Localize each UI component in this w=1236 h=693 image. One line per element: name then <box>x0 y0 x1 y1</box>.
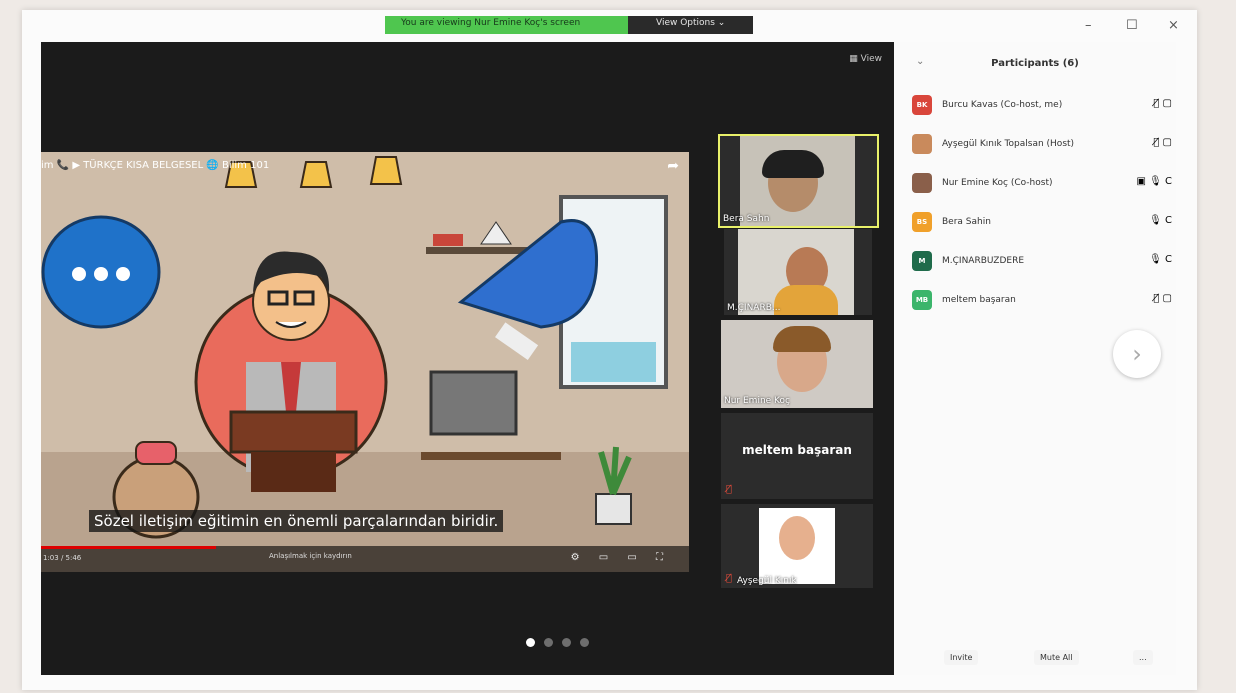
video-tile-meltem[interactable]: meltem başaran 🎙̸ <box>721 413 873 499</box>
participant-row[interactable]: BK Burcu Kavas (Co-host, me) 🎙̸ ▢ <box>912 94 1172 116</box>
tile-name: Bera Sahn <box>723 214 770 224</box>
participant-name: Burcu Kavas (Co-host, me) <box>942 100 1063 110</box>
muted-mic-icon: 🎙̸ <box>726 484 733 495</box>
screen-share-banner: You are viewing Nur Emine Koç's screen V… <box>385 16 753 34</box>
video-progress-bar[interactable] <box>41 546 216 549</box>
hair <box>762 150 824 178</box>
minimize-button[interactable]: – <box>1085 18 1092 33</box>
participant-row[interactable]: MB meltem başaran 🎙̸ ▢ <box>912 289 1172 311</box>
participant-avatar: MB <box>912 290 932 310</box>
participant-status-icons[interactable]: 🎙 C <box>1149 254 1172 265</box>
participant-row[interactable]: BS Bera Sahin 🎙 C <box>912 211 1172 233</box>
video-tile-nur[interactable]: Nur Emine Koç <box>721 320 873 408</box>
muted-mic-icon: 🎙̸ <box>726 573 733 584</box>
participant-name: meltem başaran <box>942 295 1016 305</box>
participant-name: Bera Sahin <box>942 217 991 227</box>
participant-status-icons[interactable]: 🎙̸ ▢ <box>1153 137 1172 148</box>
participant-row[interactable]: Nur Emine Koç (Co-host) ▣ 🎙 C <box>912 172 1172 194</box>
video-title: im 📞 ▶ TÜRKÇE KISA BELGESEL 🌐 Bilim 101 <box>41 160 270 171</box>
video-tile-aysegul[interactable]: Ayşegül Kınık 🎙̸ <box>721 504 873 588</box>
participant-avatar <box>912 173 932 193</box>
page-dot[interactable] <box>580 638 589 647</box>
video-tile-bera[interactable]: Bera Sahn <box>718 134 879 228</box>
participants-panel: ⌄ Participants (6) BK Burcu Kavas (Co-hos… <box>894 42 1176 675</box>
participant-row[interactable]: M M.ÇINARBUZDERE 🎙 C <box>912 250 1172 272</box>
participant-status-icons[interactable]: ▣ 🎙 C <box>1137 176 1172 187</box>
participant-status-icons[interactable]: 🎙 C <box>1149 215 1172 226</box>
tile-name-center: meltem başaran <box>742 443 852 457</box>
participant-row[interactable]: Ayşegül Kınık Topalsan (Host) 🎙̸ ▢ <box>912 133 1172 155</box>
page-indicator[interactable] <box>526 638 589 647</box>
participant-name: M.ÇINARBUZDERE <box>942 256 1025 266</box>
video-controls-icons[interactable]: ⚙ ▭ ▭ ⛶ <box>571 552 671 563</box>
shared-video[interactable]: im 📞 ▶ TÜRKÇE KISA BELGESEL 🌐 Bilim 101 … <box>41 152 689 572</box>
participant-avatar: BS <box>912 212 932 232</box>
shared-screen-stage: ▦ View im 📞 ▶ TÜRKÇE KISA BELGESEL 🌐 Bil… <box>41 42 894 675</box>
participant-status-icons[interactable]: 🎙̸ ▢ <box>1153 293 1172 304</box>
view-options-button[interactable]: View Options ⌄ <box>628 16 753 34</box>
participant-name: Nur Emine Koç (Co-host) <box>942 178 1053 188</box>
participant-status-icons[interactable]: 🎙̸ ▢ <box>1153 98 1172 109</box>
participant-avatar <box>912 134 932 154</box>
share-icon[interactable]: ➦ <box>667 158 679 174</box>
shirt <box>774 285 838 315</box>
invite-button[interactable]: Invite <box>944 650 979 665</box>
page-dot[interactable] <box>562 638 571 647</box>
hair <box>773 326 831 352</box>
viewing-screen-message: You are viewing Nur Emine Koç's screen <box>385 16 628 34</box>
page-dot[interactable] <box>526 638 535 647</box>
video-subtitle: Sözel iletişim eğitimin en önemli parçal… <box>89 510 504 532</box>
close-button[interactable]: × <box>1168 18 1179 33</box>
participant-name: Ayşegül Kınık Topalsan (Host) <box>942 139 1075 149</box>
video-time: 1:03 / 5:46 <box>43 554 82 562</box>
page-dot[interactable] <box>544 638 553 647</box>
video-control-bar[interactable]: 1:03 / 5:46 Anlaşılmak için kaydırın ⚙ ▭… <box>41 546 689 572</box>
video-illustration <box>41 152 689 572</box>
participant-avatar: M <box>912 251 932 271</box>
tile-name: Ayşegül Kınık <box>737 576 797 586</box>
maximize-button[interactable]: ☐ <box>1126 18 1138 33</box>
participants-title: Participants (6) <box>991 58 1079 69</box>
tile-name: M.ÇINARB... <box>727 303 781 313</box>
participant-avatar: BK <box>912 95 932 115</box>
video-chapter: Anlaşılmak için kaydırın <box>269 552 352 560</box>
avatar <box>779 516 815 560</box>
next-page-button[interactable]: › <box>1113 330 1161 378</box>
mute-all-button[interactable]: Mute All <box>1034 650 1079 665</box>
more-options-button[interactable]: ... <box>1133 650 1153 665</box>
view-layout-button[interactable]: ▦ View <box>849 54 882 64</box>
tile-name: Nur Emine Koç <box>724 396 790 406</box>
video-tile-cinar[interactable]: M.ÇINARB... <box>724 229 872 315</box>
